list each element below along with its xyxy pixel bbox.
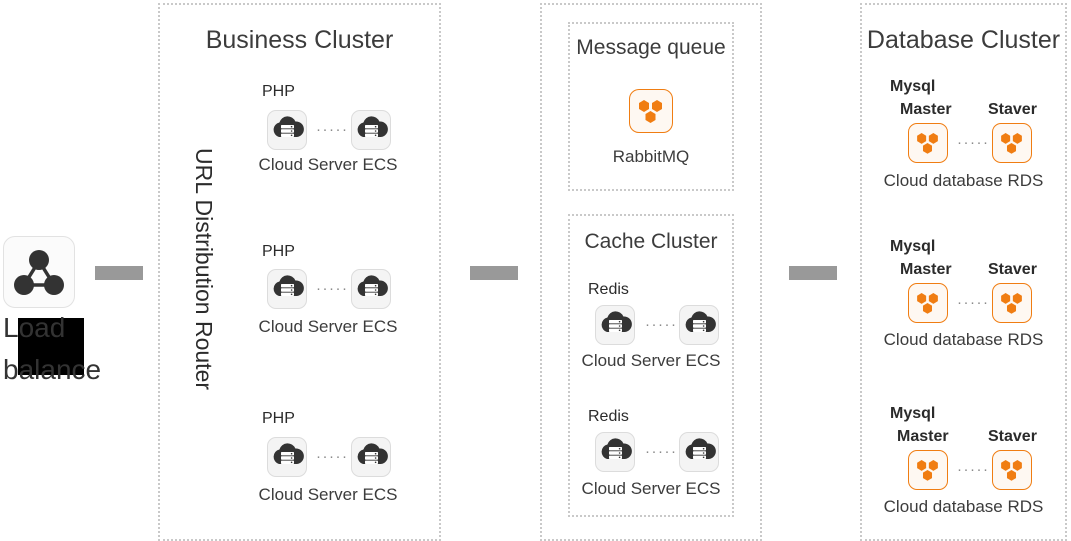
business-group-1-tech-label: PHP <box>262 243 295 260</box>
cache-group-1-right-icon[interactable] <box>679 432 719 472</box>
cache-cluster-title: Cache Cluster <box>584 230 718 253</box>
db-group-2-slave-icon[interactable] <box>992 450 1032 490</box>
connector-business-to-queue <box>470 266 518 280</box>
db-group-1-dots: ····· <box>957 294 990 311</box>
rds-icon <box>917 133 938 154</box>
cache-group-1-tech-label: Redis <box>588 408 629 425</box>
business-group-1-left-icon[interactable] <box>267 269 307 309</box>
load-balance-label-line2: balance <box>3 354 102 385</box>
business-group-0-caption: Cloud Server ECS <box>258 155 398 174</box>
cache-group-1-dots: ····· <box>645 443 678 460</box>
db-group-2-master-icon[interactable] <box>908 450 948 490</box>
database-cluster-title: Database Cluster <box>866 26 1061 54</box>
db-group-1-master-icon[interactable] <box>908 283 948 323</box>
business-group-1-caption: Cloud Server ECS <box>258 317 398 336</box>
business-group-0-left-icon[interactable] <box>267 110 307 150</box>
db-group-2-dots: ····· <box>957 461 990 478</box>
connector-queue-to-database <box>789 266 837 280</box>
db-group-1-slave-icon[interactable] <box>992 283 1032 323</box>
cloud-server-icon <box>357 275 388 296</box>
business-group-0-right-icon[interactable] <box>351 110 391 150</box>
network-nodes-icon <box>14 250 64 295</box>
cloud-server-icon <box>357 443 388 464</box>
url-distribution-router-label: URL Distribution Router <box>191 148 217 391</box>
cloud-server-icon <box>601 438 632 459</box>
business-group-2-tech-label: PHP <box>262 410 295 427</box>
business-group-2-left-icon[interactable] <box>267 437 307 477</box>
cache-group-1-left-icon[interactable] <box>595 432 635 472</box>
business-group-2-caption: Cloud Server ECS <box>258 485 398 504</box>
business-group-1-dots: ····· <box>316 280 349 297</box>
db-group-2-caption: Cloud database RDS <box>883 497 1044 516</box>
db-group-0-dots: ····· <box>957 134 990 151</box>
rds-icon <box>917 293 938 314</box>
cloud-server-icon <box>273 443 304 464</box>
rds-icon <box>1001 460 1022 481</box>
business-group-1-right-icon[interactable] <box>351 269 391 309</box>
db-group-2-tech-label: Mysql <box>890 405 936 422</box>
cloud-server-icon <box>685 311 716 332</box>
db-group-0-caption: Cloud database RDS <box>883 171 1044 190</box>
db-group-1-caption: Cloud database RDS <box>883 330 1044 349</box>
architecture-diagram: Load balance Business Cluster URL Distri… <box>0 0 1071 541</box>
load-balance-label-line1: Load <box>3 312 66 343</box>
rds-icon <box>1001 133 1022 154</box>
rabbitmq-icon-tile[interactable] <box>629 89 673 133</box>
db-group-1-slave-label: Staver <box>988 261 1037 278</box>
cache-group-0-tech-label: Redis <box>588 281 629 298</box>
db-group-0-slave-icon[interactable] <box>992 123 1032 163</box>
db-group-0-tech-label: Mysql <box>890 78 936 95</box>
db-group-1-tech-label: Mysql <box>890 238 936 255</box>
rabbitmq-caption: RabbitMQ <box>612 147 690 166</box>
rds-icon <box>1001 293 1022 314</box>
cloud-server-icon <box>685 438 716 459</box>
business-group-2-dots: ····· <box>316 448 349 465</box>
db-group-2-slave-label: Staver <box>988 428 1037 445</box>
business-group-0-tech-label: PHP <box>262 83 295 100</box>
business-group-0-dots: ····· <box>316 121 349 138</box>
db-group-0-master-label: Master <box>900 101 952 118</box>
db-group-2-master-label: Master <box>897 428 949 445</box>
business-cluster-title: Business Cluster <box>205 26 394 54</box>
connector-lb-to-business <box>95 266 143 280</box>
rabbitmq-icon <box>639 100 662 123</box>
message-queue-title: Message queue <box>576 36 726 59</box>
cloud-server-icon <box>601 311 632 332</box>
cloud-server-icon <box>273 116 304 137</box>
cache-group-1-caption: Cloud Server ECS <box>581 479 721 498</box>
db-group-1-master-label: Master <box>900 261 952 278</box>
cache-group-0-caption: Cloud Server ECS <box>581 351 721 370</box>
cache-group-0-right-icon[interactable] <box>679 305 719 345</box>
cache-group-0-left-icon[interactable] <box>595 305 635 345</box>
rds-icon <box>917 460 938 481</box>
db-group-0-slave-label: Staver <box>988 101 1037 118</box>
load-balancer-icon-tile[interactable] <box>3 236 75 308</box>
cache-group-0-dots: ····· <box>645 316 678 333</box>
business-group-2-right-icon[interactable] <box>351 437 391 477</box>
db-group-0-master-icon[interactable] <box>908 123 948 163</box>
cloud-server-icon <box>357 116 388 137</box>
cloud-server-icon <box>273 275 304 296</box>
